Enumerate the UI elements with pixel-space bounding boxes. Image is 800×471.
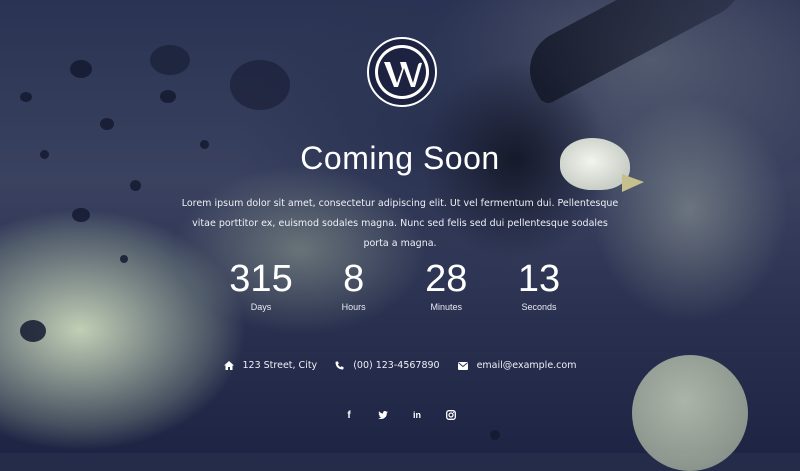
phone-icon: [335, 361, 344, 370]
countdown-hours: 8 Hours: [308, 258, 400, 318]
contact-address: 123 Street, City: [223, 360, 318, 371]
contact-email-text[interactable]: email@example.com: [477, 360, 577, 371]
facebook-icon[interactable]: f: [343, 409, 355, 421]
contact-info: 123 Street, City (00) 123-4567890 email@…: [0, 360, 800, 371]
countdown-seconds: 13 Seconds: [493, 258, 585, 318]
ink-splatter: [70, 60, 92, 78]
ink-splatter: [100, 118, 114, 130]
social-links: f in: [0, 409, 800, 421]
ink-splatter: [230, 60, 290, 110]
countdown-minutes-value: 28: [425, 258, 468, 300]
countdown-hours-label: Hours: [341, 302, 366, 312]
contact-address-text: 123 Street, City: [242, 360, 318, 371]
page-description: Lorem ipsum dolor sit amet, consectetur …: [181, 198, 619, 249]
ink-splatter: [20, 92, 32, 102]
countdown-seconds-value: 13: [517, 258, 561, 300]
countdown-timer: 315 Days 8 Hours 28 Minutes 13 Seconds: [215, 258, 585, 318]
wordpress-logo-icon: [367, 37, 437, 107]
twitter-icon[interactable]: [377, 409, 389, 421]
ink-splatter: [150, 45, 190, 75]
contact-phone-text[interactable]: (00) 123-4567890: [353, 360, 439, 371]
ink-splatter: [20, 320, 46, 342]
contact-phone: (00) 123-4567890: [335, 360, 440, 371]
countdown-days: 315 Days: [215, 258, 307, 318]
countdown-minutes-label: Minutes: [430, 302, 463, 312]
envelope-icon: [457, 361, 468, 370]
ink-splatter: [120, 255, 128, 263]
countdown-days-value: 315: [229, 258, 293, 300]
linkedin-icon[interactable]: in: [411, 409, 423, 421]
instagram-icon[interactable]: [445, 409, 457, 421]
countdown-hours-value: 8: [343, 258, 365, 300]
ink-splatter: [490, 430, 500, 440]
countdown-minutes: 28 Minutes: [400, 258, 492, 318]
ink-splatter: [130, 180, 141, 191]
countdown-seconds-label: Seconds: [521, 302, 557, 312]
page-title: Coming Soon: [300, 140, 500, 176]
contact-email: email@example.com: [457, 360, 577, 371]
home-icon: [223, 361, 234, 370]
countdown-days-label: Days: [250, 302, 272, 312]
ink-splatter: [160, 90, 176, 103]
ink-splatter: [72, 208, 90, 222]
